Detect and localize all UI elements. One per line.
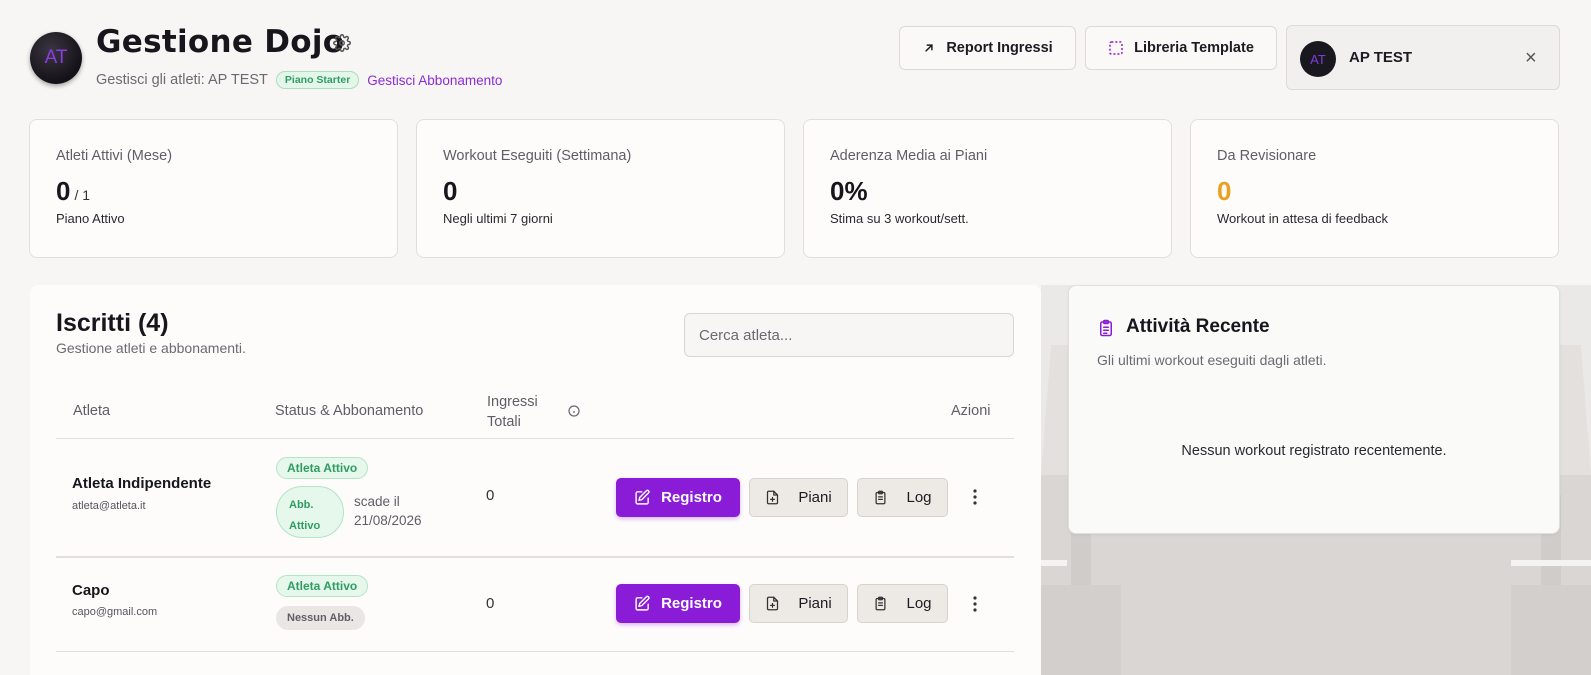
stat-card-active-athletes: Atleti Attivi (Mese) 0/ 1 Piano Attivo (29, 119, 398, 258)
subscription-badge: Abb. Attivo (276, 486, 344, 538)
clipboard-icon (875, 596, 886, 611)
athlete-email: atleta@atleta.it (72, 500, 146, 512)
registro-button[interactable]: Registro (616, 584, 740, 623)
clipboard-list-icon (1100, 319, 1112, 337)
piani-button[interactable]: Piani (749, 478, 848, 517)
stat-label: Atleti Attivi (Mese) (56, 148, 173, 164)
file-plus-icon (767, 596, 779, 611)
close-icon[interactable]: × (1525, 48, 1537, 68)
expiry-date: scade il 21/08/2026 (354, 492, 422, 530)
dashed-square-icon (1109, 41, 1123, 55)
libreria-template-label: Libreria Template (1134, 40, 1254, 56)
recent-activity-title: Attività Recente (1126, 316, 1270, 337)
recent-activity-card: Attività Recente Gli ultimi workout eseg… (1068, 285, 1560, 534)
members-panel: Iscritti (4) Gestione atleti e abbonamen… (30, 285, 1041, 675)
recent-activity-empty: Nessun workout registrato recentemente. (1181, 443, 1447, 459)
user-name: AP TEST (1349, 49, 1413, 66)
athlete-name: Atleta Indipendente (72, 475, 212, 492)
members-subtitle: Gestione atleti e abbonamenti. (56, 340, 246, 356)
status-badge: Atleta Attivo (276, 575, 369, 597)
more-vertical-icon[interactable] (968, 594, 982, 614)
search-input[interactable] (684, 313, 1014, 357)
stat-value: 0 (443, 176, 458, 206)
page-title: Gestione Dojo (96, 24, 345, 60)
user-avatar: AT (1300, 41, 1336, 77)
report-ingressi-button[interactable]: Report Ingressi (899, 26, 1076, 70)
stat-note: Negli ultimi 7 giorni (443, 211, 553, 226)
file-plus-icon (767, 490, 779, 505)
row-divider (56, 651, 1014, 652)
registro-label: Registro (661, 489, 722, 506)
column-athlete: Atleta (73, 403, 111, 419)
libreria-template-button[interactable]: Libreria Template (1085, 26, 1277, 70)
stat-value: 0% (830, 176, 868, 206)
registro-button[interactable]: Registro (616, 478, 740, 517)
stat-value: 0 (1217, 176, 1232, 206)
stat-suffix: / 1 (74, 187, 91, 203)
expiry-line2: 21/08/2026 (354, 513, 422, 528)
stat-card-to-review: Da Revisionare 0 Workout in attesa di fe… (1190, 119, 1559, 258)
subscription-line1: Abb. (289, 499, 314, 511)
clipboard-icon (875, 490, 886, 505)
row-divider (56, 556, 1014, 558)
expiry-line1: scade il (354, 494, 400, 509)
stat-card-adherence: Aderenza Media ai Piani 0% Stima su 3 wo… (803, 119, 1172, 258)
status-badge: Atleta Attivo (276, 457, 369, 479)
subscription-line2: Attivo (289, 520, 321, 532)
arrow-up-right-icon (925, 44, 933, 52)
stat-card-workouts: Workout Eseguiti (Settimana) 0 Negli ult… (416, 119, 785, 258)
piani-label: Piani (798, 595, 832, 612)
subscription-badge: Nessun Abb. (276, 606, 365, 630)
log-label: Log (906, 595, 932, 612)
log-button[interactable]: Log (857, 584, 948, 623)
stat-note: Stima su 3 workout/sett. (830, 211, 969, 226)
user-account-box[interactable]: AT AP TEST × (1286, 25, 1560, 90)
column-actions: Azioni (951, 403, 991, 419)
log-label: Log (906, 489, 932, 506)
stat-value: 0/ 1 (56, 176, 91, 206)
stat-note: Workout in attesa di feedback (1217, 211, 1389, 226)
subtitle: Gestisci gli atleti: AP TEST Piano Start… (96, 71, 502, 89)
members-title: Iscritti (4) (56, 309, 169, 337)
registro-label: Registro (661, 595, 722, 612)
piani-button[interactable]: Piani (749, 584, 848, 623)
edit-icon (635, 489, 650, 505)
info-icon[interactable] (568, 405, 580, 417)
column-entries-line2: Totali (487, 414, 521, 430)
stat-label: Aderenza Media ai Piani (830, 148, 988, 164)
stat-note: Piano Attivo (56, 211, 125, 226)
column-entries-line1: Ingressi (487, 394, 538, 410)
athlete-email: capo@gmail.com (72, 606, 158, 618)
recent-activity-subtitle: Gli ultimi workout eseguiti dagli atleti… (1097, 352, 1327, 368)
athlete-name: Capo (72, 582, 110, 599)
avatar: AT (30, 32, 82, 84)
column-entries: Ingressi Totali (487, 392, 538, 432)
log-button[interactable]: Log (857, 478, 948, 517)
report-ingressi-label: Report Ingressi (946, 40, 1053, 56)
stat-label: Da Revisionare (1217, 148, 1317, 164)
edit-icon (635, 595, 650, 611)
column-status: Status & Abbonamento (275, 403, 424, 419)
stat-label: Workout Eseguiti (Settimana) (443, 148, 632, 164)
gear-icon[interactable] (333, 34, 351, 52)
manage-subscription-link[interactable]: Gestisci Abbonamento (367, 73, 502, 88)
piani-label: Piani (798, 489, 832, 506)
header-divider (56, 438, 1014, 439)
entries-count: 0 (486, 487, 495, 504)
entries-count: 0 (486, 595, 495, 612)
plan-badge: Piano Starter (275, 71, 360, 89)
subtitle-text: Gestisci gli atleti: AP TEST (96, 72, 268, 88)
more-vertical-icon[interactable] (968, 487, 982, 507)
